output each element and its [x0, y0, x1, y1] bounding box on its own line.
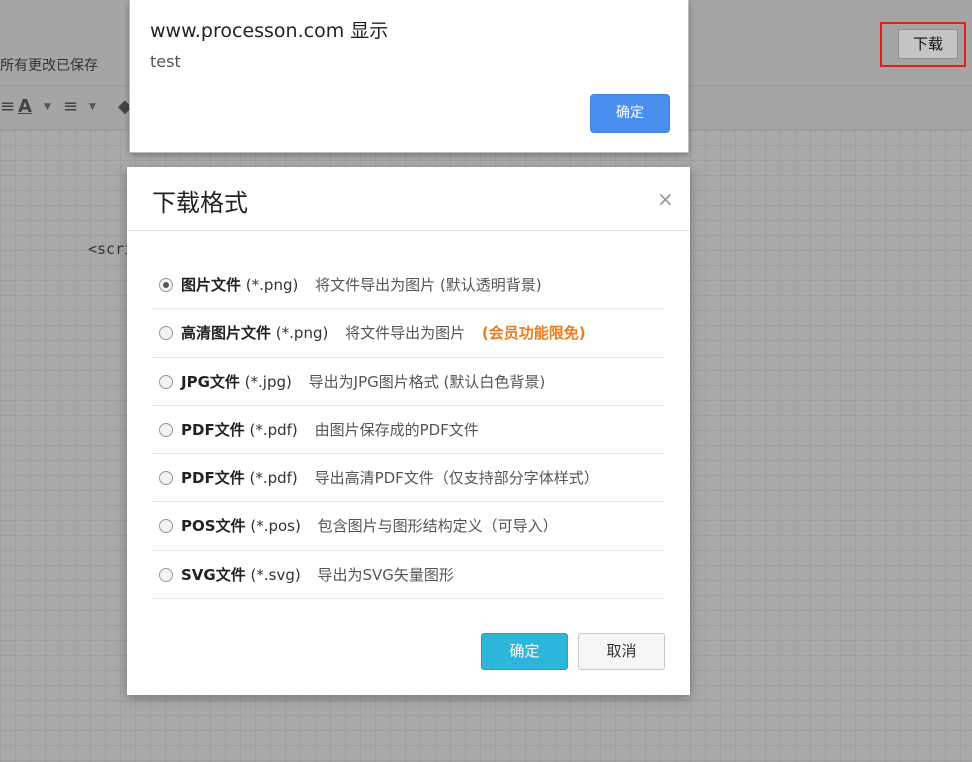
- format-option-pdf[interactable]: PDF文件 (*.pdf) 由图片保存成的PDF文件: [153, 406, 665, 455]
- format-option-svg[interactable]: SVG文件 (*.svg) 导出为SVG矢量图形: [153, 551, 665, 600]
- font-color-icon[interactable]: A: [18, 96, 32, 117]
- option-ext: (*.pdf): [249, 420, 298, 439]
- chevron-down-icon[interactable]: ▼: [44, 102, 51, 112]
- download-highlight: 下载: [880, 22, 966, 67]
- format-option-hd-pdf[interactable]: PDF文件 (*.pdf) 导出高清PDF文件（仅支持部分字体样式）: [153, 454, 665, 503]
- option-name: JPG文件: [181, 372, 240, 391]
- option-ext: (*.png): [245, 276, 299, 294]
- option-desc: 由图片保存成的PDF文件: [314, 420, 479, 439]
- alert-ok-button[interactable]: 确定: [590, 94, 670, 133]
- align-icon[interactable]: ≡: [0, 96, 15, 117]
- option-ext: (*.pdf): [249, 469, 298, 488]
- option-ext: (*.pos): [250, 517, 301, 536]
- radio-button[interactable]: [159, 519, 173, 534]
- option-ext: (*.jpg): [244, 372, 292, 391]
- save-status: 所有更改已保存: [0, 58, 98, 74]
- radio-button[interactable]: [159, 471, 173, 486]
- format-option-jpg[interactable]: JPG文件 (*.jpg) 导出为JPG图片格式 (默认白色背景): [153, 358, 665, 406]
- option-desc: 导出为SVG矢量图形: [317, 565, 454, 584]
- browser-alert: www.processon.com 显示 test 确定: [129, 0, 689, 153]
- chevron-down-icon[interactable]: ▼: [89, 102, 96, 112]
- option-desc: 将文件导出为图片: [345, 324, 466, 343]
- close-icon[interactable]: ×: [657, 187, 674, 211]
- radio-button[interactable]: [159, 422, 173, 437]
- format-options: 图片文件 (*.png) 将文件导出为图片 (默认透明背景) 高清图片文件 (*…: [153, 261, 665, 600]
- option-desc: 导出为JPG图片格式 (默认白色背景): [308, 372, 546, 391]
- option-name: 高清图片文件: [181, 324, 272, 343]
- option-desc: 包含图片与图形结构定义（可导入）: [317, 517, 558, 536]
- dialog-title: 下载格式: [152, 189, 248, 217]
- option-ext: (*.png): [275, 324, 329, 343]
- radio-button[interactable]: [159, 374, 173, 389]
- option-name: SVG文件: [181, 565, 246, 584]
- confirm-button[interactable]: 确定: [481, 633, 568, 670]
- cancel-button[interactable]: 取消: [578, 633, 665, 670]
- option-name: PDF文件: [181, 420, 245, 439]
- alert-title: www.processon.com 显示: [150, 20, 389, 42]
- radio-button[interactable]: [159, 278, 173, 292]
- radio-button[interactable]: [159, 567, 173, 582]
- option-name: PDF文件: [181, 469, 245, 488]
- option-name: POS文件: [181, 517, 246, 536]
- option-name: 图片文件: [181, 276, 242, 294]
- download-format-dialog: 下载格式 × 图片文件 (*.png) 将文件导出为图片 (默认透明背景) 高清…: [127, 167, 690, 695]
- option-desc: 导出高清PDF文件（仅支持部分字体样式）: [314, 469, 599, 488]
- vip-badge: (会员功能限免): [481, 324, 586, 343]
- dialog-header: 下载格式 ×: [127, 167, 690, 231]
- format-option-hd-png[interactable]: 高清图片文件 (*.png) 将文件导出为图片 (会员功能限免): [153, 309, 665, 358]
- option-desc: 将文件导出为图片 (默认透明背景): [315, 276, 542, 294]
- option-ext: (*.svg): [250, 565, 301, 584]
- alert-message: test: [150, 52, 181, 71]
- format-option-pos[interactable]: POS文件 (*.pos) 包含图片与图形结构定义（可导入）: [153, 502, 665, 551]
- download-button[interactable]: 下载: [898, 29, 958, 59]
- radio-button[interactable]: [159, 326, 173, 341]
- text-align-icon[interactable]: ≡: [63, 96, 78, 117]
- format-option-png[interactable]: 图片文件 (*.png) 将文件导出为图片 (默认透明背景): [153, 261, 665, 310]
